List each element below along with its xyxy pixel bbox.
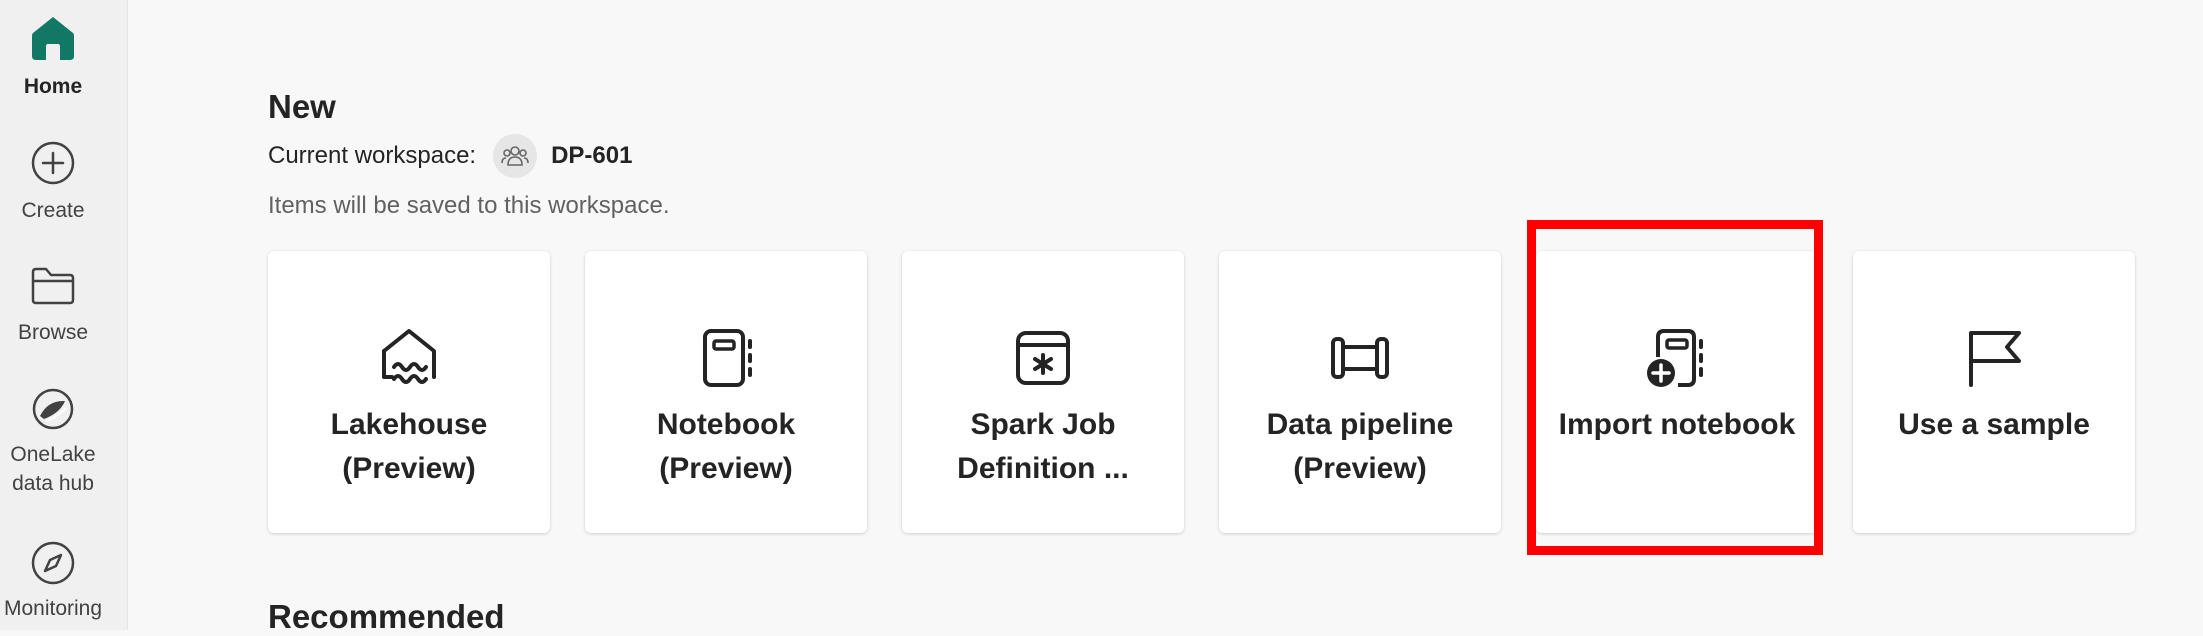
left-nav-rail: Home Create Browse OneLake data hub Moni… [0, 0, 128, 630]
folder-icon [31, 267, 75, 305]
card-label-notebook: Notebook (Preview) [656, 408, 796, 485]
card-import-notebook[interactable]: Import notebook [1536, 251, 1818, 533]
nav-label-create: Create [21, 199, 85, 222]
card-notebook[interactable]: Notebook (Preview) [585, 251, 867, 533]
workspace-name[interactable]: DP-601 [551, 142, 632, 170]
card-use-a-sample[interactable]: Use a sample [1853, 251, 2135, 533]
card-label-use-a-sample: Use a sample [1898, 408, 2090, 441]
pipeline-icon [1331, 337, 1389, 379]
card-spark-job-definition[interactable]: Spark Job Definition ... [902, 251, 1184, 533]
plus-circle-icon [31, 141, 75, 185]
nav-label-home: Home [23, 75, 83, 98]
card-label-lakehouse: Lakehouse (Preview) [330, 408, 488, 485]
workspace-label: Current workspace: [268, 142, 477, 169]
recommended-section-title: Recommended [268, 598, 505, 635]
spark-job-icon [1016, 331, 1070, 385]
new-section-title: New [268, 88, 336, 125]
nav-item-browse[interactable]: Browse [0, 264, 106, 347]
nav-item-create[interactable]: Create [0, 140, 106, 225]
onelake-icon [32, 388, 74, 430]
workspace-group-icon [501, 146, 529, 166]
nav-item-onelake-data-hub[interactable]: OneLake data hub [0, 386, 106, 498]
nav-label-monitoring: Monitoring [3, 597, 103, 620]
card-data-pipeline[interactable]: Data pipeline (Preview) [1219, 251, 1501, 533]
import-notebook-icon [1647, 329, 1703, 387]
card-label-data-pipeline: Data pipeline (Preview) [1266, 408, 1454, 485]
nav-label-onelake: OneLake data hub [10, 443, 96, 495]
lakehouse-icon [382, 329, 436, 384]
save-note: Items will be saved to this workspace. [268, 192, 670, 219]
home-icon [32, 17, 74, 60]
nav-label-browse: Browse [17, 321, 89, 344]
card-lakehouse[interactable]: Lakehouse (Preview) [268, 251, 550, 533]
current-workspace-row: Current workspace: DP-601 [268, 134, 632, 178]
notebook-icon [703, 329, 752, 387]
flag-icon [1969, 331, 2021, 387]
nav-item-home[interactable]: Home [0, 14, 106, 101]
compass-icon [31, 541, 75, 585]
card-label-spark-job: Spark Job Definition ... [957, 408, 1129, 485]
workspace-avatar [493, 134, 538, 178]
card-label-import-notebook: Import notebook [1558, 408, 1796, 441]
nav-item-monitoring[interactable]: Monitoring [0, 540, 106, 623]
